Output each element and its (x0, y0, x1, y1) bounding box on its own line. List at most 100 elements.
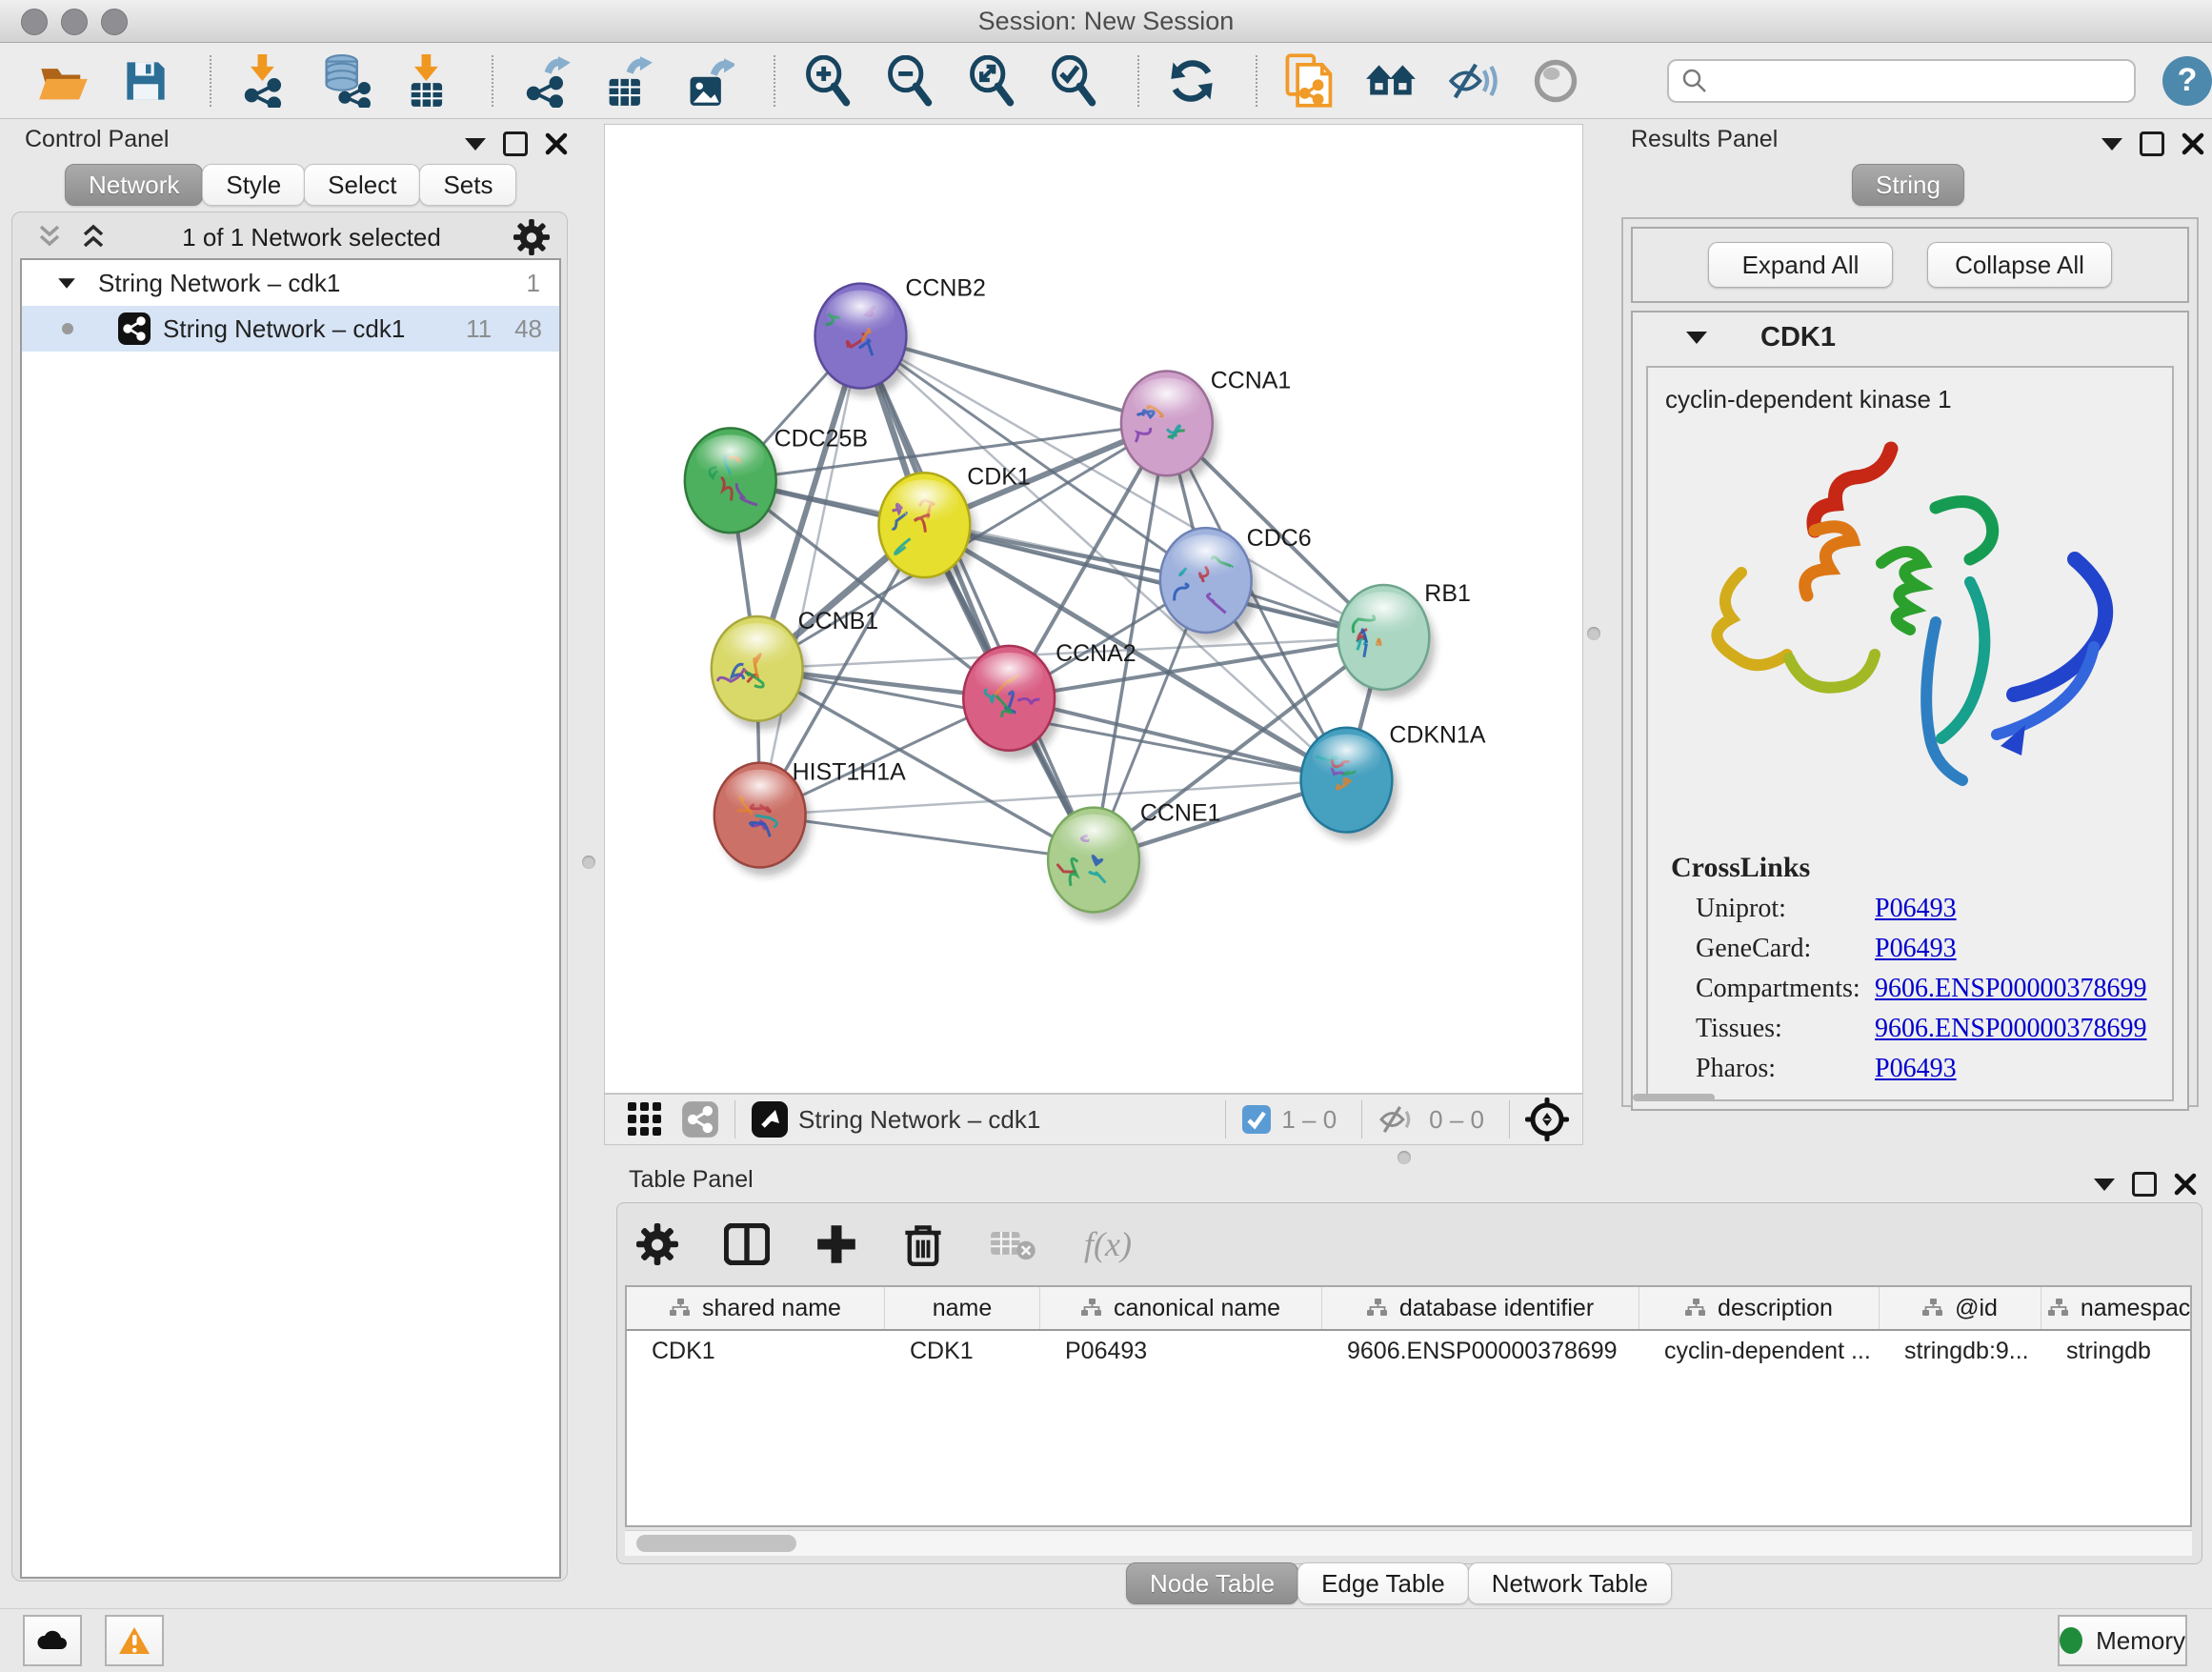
tab-edge-table[interactable]: Edge Table (1297, 1562, 1469, 1604)
table-cell[interactable]: stringdb:9... (1880, 1331, 2041, 1371)
node-CCNE1[interactable]: CCNE1 (1048, 800, 1220, 921)
network-canvas[interactable]: CCNB2CCNA1CDC25BCDK1CDC6RB1CCNB1CCNA2CDK… (604, 124, 1583, 1094)
table-cell[interactable]: CDK1 (627, 1331, 885, 1371)
tab-select[interactable]: Select (304, 164, 420, 206)
right-splitter-handle[interactable] (1587, 627, 1600, 640)
export-image-button[interactable] (682, 53, 737, 109)
float-panel-icon[interactable] (503, 131, 528, 156)
column-header-@id[interactable]: @id (1880, 1287, 2041, 1329)
node-CCNB2[interactable]: CCNB2 (815, 275, 986, 397)
import-table-file-button[interactable] (400, 53, 455, 109)
node-HIST1H1A[interactable]: HIST1H1A (714, 759, 906, 876)
crosslinks-list: Uniprot:P06493GeneCard:P06493Compartment… (1648, 894, 2172, 1084)
export-network-button[interactable] (518, 53, 573, 109)
node-CDC25B[interactable]: CDC25B (685, 425, 868, 541)
edge-CCNB2-HIST1H1A[interactable] (760, 336, 861, 816)
float-panel-icon[interactable] (2140, 131, 2164, 156)
selected-checkbox-icon[interactable] (1241, 1104, 1272, 1135)
column-header-description[interactable]: description (1639, 1287, 1880, 1329)
network-collection-row[interactable]: String Network – cdk1 1 (22, 260, 559, 306)
zoom-selected-button[interactable] (1046, 53, 1101, 109)
hide-unhide-button[interactable] (1446, 53, 1501, 109)
show-columns-icon[interactable] (724, 1223, 770, 1265)
tab-style[interactable]: Style (202, 164, 305, 206)
crosslink-link[interactable]: P06493 (1875, 1054, 1957, 1083)
table-cell[interactable]: cyclin-dependent ... (1639, 1331, 1880, 1371)
tab-network[interactable]: Network (65, 164, 203, 206)
column-header-name[interactable]: name (885, 1287, 1040, 1329)
float-panel-icon[interactable] (2132, 1172, 2157, 1197)
open-session-button[interactable] (36, 53, 91, 109)
zoom-in-button[interactable] (800, 53, 855, 109)
import-network-file-button[interactable] (236, 53, 292, 109)
help-button[interactable]: ? (2162, 56, 2212, 106)
import-network-database-button[interactable] (318, 53, 373, 109)
string-protein-query-button[interactable] (1282, 53, 1337, 109)
collapse-all-icon[interactable] (33, 223, 66, 252)
node-CCNB1[interactable]: CCNB1 (712, 608, 878, 730)
table-hscroll-thumb[interactable] (636, 1535, 796, 1552)
search-input[interactable] (1709, 67, 2134, 95)
node-RB1[interactable]: RB1 (1337, 580, 1470, 698)
delete-column-trash-icon[interactable] (903, 1222, 943, 1266)
left-splitter-handle[interactable] (582, 856, 595, 869)
node-CCNA2[interactable]: CCNA2 (963, 640, 1136, 759)
gear-icon[interactable] (513, 219, 550, 255)
column-header-namespace[interactable]: namespace (2041, 1287, 2192, 1329)
node-CDK1[interactable]: CDK1 (878, 463, 1030, 586)
node-details-header[interactable]: CDK1 (1633, 312, 2187, 362)
network-list-icon[interactable] (681, 1100, 719, 1138)
collapse-entry-icon[interactable] (1686, 332, 1707, 344)
expand-all-button[interactable]: Expand All (1708, 242, 1893, 288)
table-cell[interactable]: 9606.ENSP00000378699 (1322, 1331, 1639, 1371)
network-row[interactable]: String Network – cdk1 11 48 (22, 306, 559, 352)
table-panel-title: Table Panel (629, 1166, 754, 1200)
zoom-fit-button[interactable] (964, 53, 1019, 109)
network-view-title: String Network – cdk1 (798, 1105, 1210, 1135)
column-header-shared-name[interactable]: shared name (627, 1287, 885, 1329)
node-CDKN1A[interactable]: CDKN1A (1301, 722, 1486, 841)
collapse-panel-icon[interactable] (2101, 138, 2122, 151)
tab-string[interactable]: String (1852, 164, 1964, 206)
add-column-plus-icon[interactable] (815, 1223, 857, 1265)
table-row[interactable]: CDK1CDK1P064939606.ENSP00000378699cyclin… (627, 1331, 2190, 1371)
table-cell[interactable]: stringdb (2041, 1331, 2192, 1371)
column-header-canonical-name[interactable]: canonical name (1040, 1287, 1322, 1329)
export-table-button[interactable] (600, 53, 655, 109)
home-networks-button[interactable] (1364, 53, 1419, 109)
collapse-all-button[interactable]: Collapse All (1927, 242, 2112, 288)
close-panel-icon[interactable] (545, 132, 568, 155)
birds-eye-view-icon[interactable] (751, 1100, 789, 1138)
table-hscrollbar[interactable] (625, 1530, 2192, 1556)
results-hscroll-thumb[interactable] (1633, 1094, 1715, 1101)
expand-all-icon[interactable] (77, 223, 110, 252)
zoom-out-button[interactable] (882, 53, 937, 109)
crosslink-link[interactable]: 9606.ENSP00000378699 (1875, 1014, 2146, 1043)
close-panel-icon[interactable] (2182, 132, 2204, 155)
tab-sets[interactable]: Sets (419, 164, 516, 206)
save-session-button[interactable] (118, 53, 173, 109)
crosslink-link[interactable]: P06493 (1875, 934, 1957, 963)
crosslink-link[interactable]: P06493 (1875, 894, 1957, 923)
tab-node-table[interactable]: Node Table (1126, 1562, 1298, 1604)
tree-expand-icon[interactable] (58, 278, 75, 288)
fit-selection-target-icon[interactable] (1525, 1098, 1569, 1141)
horizontal-splitter-handle[interactable] (1398, 1151, 1411, 1164)
collapse-panel-icon[interactable] (2094, 1178, 2115, 1191)
node-CCNA1[interactable]: CCNA1 (1121, 367, 1291, 484)
tab-network-table[interactable]: Network Table (1468, 1562, 1672, 1604)
table-cell[interactable]: P06493 (1040, 1331, 1322, 1371)
table-settings-gear-icon[interactable] (636, 1223, 678, 1265)
column-header-database-identifier[interactable]: database identifier (1322, 1287, 1639, 1329)
table-cell[interactable]: CDK1 (885, 1331, 1040, 1371)
hidden-eye-slash-icon[interactable] (1377, 1102, 1419, 1137)
close-panel-icon[interactable] (2174, 1173, 2197, 1196)
show-eye-button[interactable] (1528, 53, 1583, 109)
warnings-button[interactable] (105, 1615, 164, 1666)
grid-view-icon[interactable] (626, 1100, 664, 1138)
refresh-view-button[interactable] (1164, 53, 1219, 109)
crosslink-link[interactable]: 9606.ENSP00000378699 (1875, 974, 2146, 1003)
collapse-panel-icon[interactable] (465, 138, 486, 151)
memory-button[interactable]: Memory (2058, 1615, 2187, 1666)
cloud-status-button[interactable] (23, 1615, 82, 1666)
